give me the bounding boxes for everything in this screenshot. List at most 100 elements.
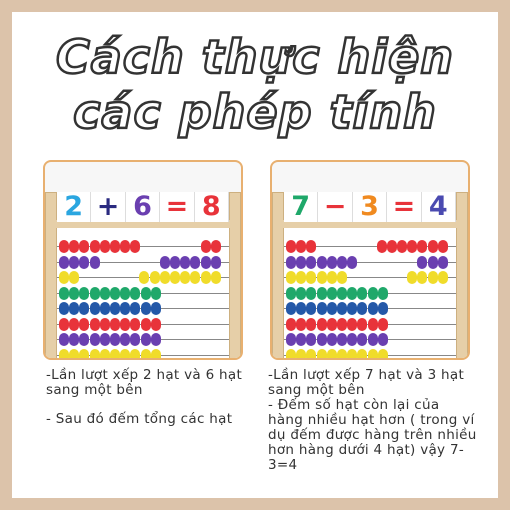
bead[interactable] [59,302,69,315]
bead[interactable] [347,333,358,346]
bead[interactable] [79,348,90,358]
bead[interactable] [306,240,317,253]
bead[interactable] [130,240,141,253]
bead[interactable] [59,348,69,358]
bead[interactable] [79,333,90,346]
bead[interactable] [89,317,100,331]
bead[interactable] [407,240,418,253]
bead[interactable] [347,317,358,331]
bead[interactable] [99,317,110,331]
bead[interactable] [99,333,110,346]
bead[interactable] [417,255,428,269]
bead[interactable] [59,271,69,284]
bead[interactable] [150,286,161,300]
bead[interactable] [89,302,100,315]
bead[interactable] [286,348,296,358]
bead[interactable] [326,286,337,300]
bead[interactable] [326,302,337,315]
bead[interactable] [159,271,170,284]
bead[interactable] [337,348,347,358]
bead[interactable] [357,317,368,331]
bead[interactable] [110,348,120,358]
bead[interactable] [79,302,90,315]
bead[interactable] [337,333,347,346]
bead[interactable] [337,317,347,331]
bead[interactable] [190,271,201,284]
bead[interactable] [210,240,221,253]
bead[interactable] [59,333,69,346]
bead[interactable] [139,271,150,284]
bead[interactable] [150,333,161,346]
bead[interactable] [377,302,388,315]
bead[interactable] [210,255,221,269]
bead[interactable] [326,333,337,346]
bead[interactable] [59,255,69,269]
bead[interactable] [326,317,337,331]
bead[interactable] [337,255,347,269]
bead[interactable] [200,255,211,269]
bead[interactable] [180,255,191,269]
bead[interactable] [150,317,161,331]
bead[interactable] [306,255,317,269]
bead[interactable] [437,240,448,253]
bead[interactable] [316,333,327,346]
bead[interactable] [397,240,407,253]
bead[interactable] [386,240,397,253]
bead[interactable] [326,271,337,284]
bead[interactable] [357,348,368,358]
bead[interactable] [99,348,110,358]
bead[interactable] [110,302,120,315]
bead[interactable] [120,333,131,346]
bead[interactable] [150,302,161,315]
bead[interactable] [306,302,317,315]
bead[interactable] [357,302,368,315]
bead[interactable] [296,271,307,284]
bead[interactable] [69,240,80,253]
bead[interactable] [427,271,438,284]
bead[interactable] [140,286,151,300]
bead[interactable] [130,302,141,315]
bead[interactable] [99,240,110,253]
bead[interactable] [376,240,387,253]
bead[interactable] [316,286,327,300]
bead[interactable] [337,271,347,284]
bead[interactable] [316,255,327,269]
bead[interactable] [140,317,151,331]
bead[interactable] [367,317,378,331]
bead[interactable] [306,333,317,346]
bead[interactable] [130,348,141,358]
bead[interactable] [89,255,100,269]
bead[interactable] [170,271,180,284]
bead[interactable] [286,317,296,331]
bead[interactable] [69,255,80,269]
bead[interactable] [190,255,201,269]
bead[interactable] [170,255,180,269]
bead[interactable] [377,333,388,346]
bead[interactable] [120,240,131,253]
bead[interactable] [140,333,151,346]
bead[interactable] [79,317,90,331]
bead[interactable] [69,286,80,300]
bead[interactable] [337,302,347,315]
bead[interactable] [316,271,327,284]
bead[interactable] [210,271,221,284]
bead[interactable] [286,240,296,253]
bead[interactable] [110,240,120,253]
bead[interactable] [110,317,120,331]
bead[interactable] [120,302,131,315]
bead[interactable] [316,317,327,331]
bead[interactable] [149,271,160,284]
bead[interactable] [377,317,388,331]
bead[interactable] [357,286,368,300]
bead[interactable] [367,286,378,300]
bead[interactable] [200,240,211,253]
bead[interactable] [159,255,170,269]
bead[interactable] [59,317,69,331]
bead[interactable] [59,240,69,253]
bead[interactable] [306,348,317,358]
bead[interactable] [296,348,307,358]
bead[interactable] [89,333,100,346]
bead[interactable] [417,271,428,284]
bead[interactable] [286,302,296,315]
bead[interactable] [110,333,120,346]
